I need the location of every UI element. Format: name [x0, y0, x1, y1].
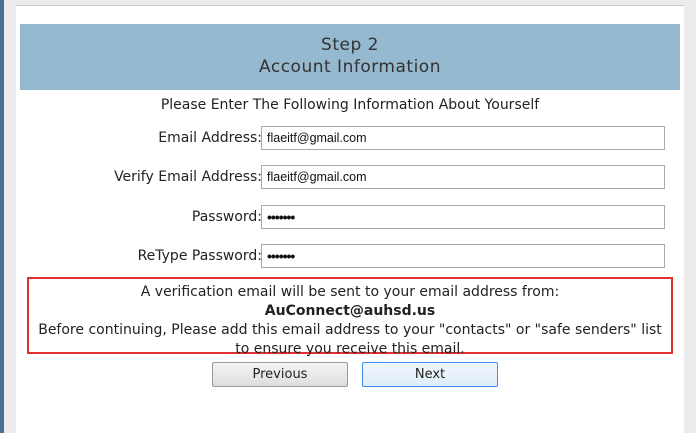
step-number: Step 2: [321, 35, 379, 55]
retype-password-row: ReType Password:: [16, 244, 684, 268]
email-field[interactable]: [261, 126, 665, 150]
notice-sender-address: AuConnect@auhsd.us: [264, 303, 436, 319]
notice-line-1: A verification email will be sent to you…: [140, 284, 560, 300]
verify-email-field[interactable]: [261, 165, 665, 189]
password-field[interactable]: [261, 205, 665, 229]
password-row: Password:: [16, 205, 684, 229]
retype-password-label: ReType Password:: [137, 248, 262, 264]
next-button[interactable]: Next: [362, 362, 498, 387]
previous-button[interactable]: Previous: [212, 362, 348, 387]
verify-email-row: Verify Email Address:: [16, 165, 684, 189]
step-header: Step 2 Account Information: [20, 24, 680, 90]
password-label: Password:: [191, 209, 262, 225]
notice-line-2: Before continuing, Please add this email…: [38, 322, 662, 357]
left-edge-bar: [0, 0, 4, 433]
step-title: Account Information: [259, 57, 441, 77]
window-frame: Step 2 Account Information Please Enter …: [0, 0, 696, 433]
verify-email-label: Verify Email Address:: [114, 169, 262, 185]
account-info-panel: Step 2 Account Information Please Enter …: [16, 5, 684, 433]
email-row: Email Address:: [16, 126, 684, 150]
retype-password-field[interactable]: [261, 244, 665, 268]
verification-notice: A verification email will be sent to you…: [27, 277, 673, 357]
intro-text: Please Enter The Following Information A…: [160, 97, 540, 113]
email-label: Email Address:: [158, 130, 262, 146]
